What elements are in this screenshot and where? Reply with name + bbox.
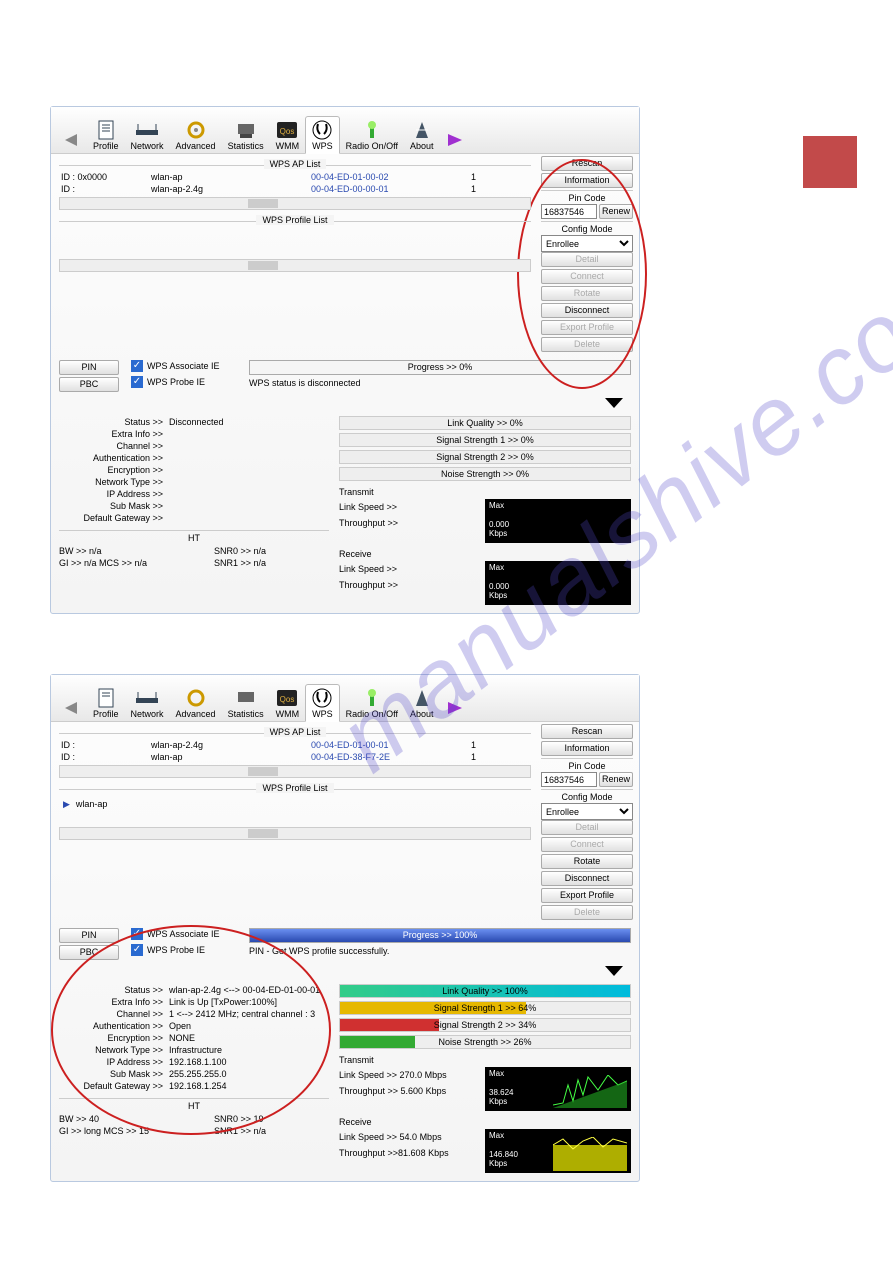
status-details: Status >>DisconnectedExtra Info >>Channe… xyxy=(59,416,329,605)
rx-graph: Max0.000Kbps xyxy=(485,561,631,605)
connect-button: Connect xyxy=(541,269,633,284)
rx-graph: Max146.840Kbps xyxy=(485,1129,631,1173)
quality-bar: Noise Strength >> 0% xyxy=(339,467,631,481)
delete-button: Delete xyxy=(541,337,633,352)
tab-network[interactable]: Network xyxy=(125,117,170,153)
tabstrip: Profile Network Advanced Statistics QosW… xyxy=(51,675,639,722)
configmode-label: Config Mode xyxy=(541,221,633,234)
configmode-select[interactable]: Enrollee xyxy=(541,803,633,820)
information-button[interactable]: Information xyxy=(541,741,633,756)
renew-button[interactable]: Renew xyxy=(599,204,633,219)
pincode-input[interactable] xyxy=(541,204,597,219)
pincode-input[interactable] xyxy=(541,772,597,787)
disconnect-button[interactable]: Disconnect xyxy=(541,871,633,886)
tab-wmm[interactable]: QosWMM xyxy=(270,685,306,721)
svg-text:Qos: Qos xyxy=(280,127,295,136)
detail-button: Detail xyxy=(541,820,633,835)
nav-prev[interactable] xyxy=(57,127,87,153)
configmode-select[interactable]: Enrollee xyxy=(541,235,633,252)
page-badge xyxy=(803,136,857,188)
disconnect-button[interactable]: Disconnect xyxy=(541,303,633,318)
tab-about[interactable]: About xyxy=(404,117,440,153)
quality-bar: Signal Strength 2 >> 0% xyxy=(339,450,631,464)
pin-button[interactable]: PIN xyxy=(59,928,119,943)
tab-profile[interactable]: Profile xyxy=(87,685,125,721)
tab-network[interactable]: Network xyxy=(125,685,170,721)
wps-profile-list[interactable] xyxy=(51,227,539,257)
wps-profile-list[interactable]: ▶wlan-ap xyxy=(51,795,539,825)
tab-advanced[interactable]: Advanced xyxy=(170,117,222,153)
tab-wps[interactable]: WPS xyxy=(305,684,340,722)
tab-radio[interactable]: Radio On/Off xyxy=(340,685,404,721)
play-icon: ▶ xyxy=(63,799,70,809)
nav-prev[interactable] xyxy=(57,695,87,721)
tab-profile[interactable]: Profile xyxy=(87,117,125,153)
tx-graph: Max38.624Kbps xyxy=(485,1067,631,1111)
ap-row[interactable]: ID :wlan-ap00-04-ED-38-F7-2E1 xyxy=(51,751,539,763)
rescan-button[interactable]: Rescan xyxy=(541,156,633,171)
h-scrollbar[interactable] xyxy=(59,197,531,210)
rotate-button: Rotate xyxy=(541,286,633,301)
tab-radio[interactable]: Radio On/Off xyxy=(340,117,404,153)
tab-advanced[interactable]: Advanced xyxy=(170,685,222,721)
ap-row[interactable]: ID :wlan-ap-2.4g00-04-ED-01-00-011 xyxy=(51,739,539,751)
export-button[interactable]: Export Profile xyxy=(541,888,633,903)
h-scrollbar[interactable] xyxy=(59,259,531,272)
tab-about[interactable]: About xyxy=(404,685,440,721)
nav-next[interactable] xyxy=(440,127,470,153)
delete-button: Delete xyxy=(541,905,633,920)
detail-button: Detail xyxy=(541,252,633,267)
quality-bar: Signal Strength 2 >> 34% xyxy=(339,1018,631,1032)
progress-status: WPS status is disconnected xyxy=(249,378,631,388)
probe-ie-checkbox[interactable]: ✓WPS Probe IE xyxy=(131,944,241,956)
tab-wps[interactable]: WPS xyxy=(305,116,340,154)
pin-button[interactable]: PIN xyxy=(59,360,119,375)
pincode-label: Pin Code xyxy=(541,190,633,203)
quality-bar: Link Quality >> 100% xyxy=(339,984,631,998)
quality-bar: Link Quality >> 0% xyxy=(339,416,631,430)
tab-statistics[interactable]: Statistics xyxy=(222,685,270,721)
h-scrollbar[interactable] xyxy=(59,765,531,778)
probe-ie-checkbox[interactable]: ✓WPS Probe IE xyxy=(131,376,241,388)
wps-panel-2: Profile Network Advanced Statistics QosW… xyxy=(50,674,640,1182)
tab-statistics[interactable]: Statistics xyxy=(222,117,270,153)
quality-bar: Signal Strength 1 >> 0% xyxy=(339,433,631,447)
status-details: Status >>wlan-ap-2.4g <--> 00-04-ED-01-0… xyxy=(59,984,329,1173)
pbc-button[interactable]: PBC xyxy=(59,945,119,960)
quality-bar: Signal Strength 1 >> 64% xyxy=(339,1001,631,1015)
information-button[interactable]: Information xyxy=(541,173,633,188)
h-scrollbar[interactable] xyxy=(59,827,531,840)
collapse-toggle-icon[interactable] xyxy=(605,398,623,408)
wps-sidebar: Rescan Information Pin Code Renew Config… xyxy=(539,154,639,356)
quality-bar: Noise Strength >> 26% xyxy=(339,1035,631,1049)
assoc-ie-checkbox[interactable]: ✓WPS Associate IE xyxy=(131,928,241,940)
nav-next[interactable] xyxy=(440,695,470,721)
ap-row[interactable]: ID :wlan-ap-2.4g00-04-ED-00-00-011 xyxy=(51,183,539,195)
tabstrip: Profile Network Advanced Statistics QosW… xyxy=(51,107,639,154)
progress-status: PIN - Get WPS profile successfully. xyxy=(249,946,631,956)
pbc-button[interactable]: PBC xyxy=(59,377,119,392)
connect-button: Connect xyxy=(541,837,633,852)
assoc-ie-checkbox[interactable]: ✓WPS Associate IE xyxy=(131,360,241,372)
renew-button[interactable]: Renew xyxy=(599,772,633,787)
collapse-toggle-icon[interactable] xyxy=(605,966,623,976)
progress-bar: Progress >> 0% xyxy=(249,360,631,375)
wps-ap-list: WPS AP List ID : 0x0000wlan-ap00-04-ED-0… xyxy=(51,154,539,356)
rotate-button[interactable]: Rotate xyxy=(541,854,633,869)
ap-row[interactable]: ID : 0x0000wlan-ap00-04-ED-01-00-021 xyxy=(51,171,539,183)
progress-bar: Progress >> 100% xyxy=(249,928,631,943)
export-button: Export Profile xyxy=(541,320,633,335)
tab-wmm[interactable]: QosWMM xyxy=(270,117,306,153)
rescan-button[interactable]: Rescan xyxy=(541,724,633,739)
svg-text:Qos: Qos xyxy=(280,695,295,704)
wps-panel-1: Profile Network Advanced Statistics QosW… xyxy=(50,106,640,614)
tx-graph: Max0.000Kbps xyxy=(485,499,631,543)
